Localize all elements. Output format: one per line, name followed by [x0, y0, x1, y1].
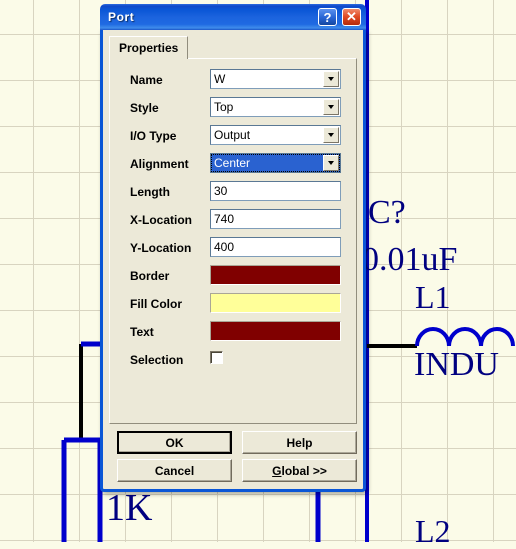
form-row-x-location: X-Location 740 [110, 209, 358, 237]
label-y-location: Y-Location [130, 242, 192, 255]
component-label-l1: L1 [415, 279, 451, 315]
form-row-name: Name W [110, 69, 358, 97]
form-row-style: Style Top [110, 97, 358, 125]
selection-checkbox[interactable] [210, 351, 223, 364]
tab-page-properties: Name W Style Top I/O Type Output Alignme… [109, 58, 357, 424]
tab-strip: Properties [109, 36, 357, 59]
length-input[interactable]: 30 [210, 181, 341, 201]
x-location-input[interactable]: 740 [210, 209, 341, 229]
label-alignment: Alignment [130, 158, 189, 171]
label-selection: Selection [130, 354, 184, 367]
cancel-button[interactable]: Cancel [117, 459, 232, 482]
dialog-title: Port [108, 10, 135, 24]
y-location-input[interactable]: 400 [210, 237, 341, 257]
form-row-fill-color: Fill Color [110, 293, 358, 321]
border-color-swatch[interactable] [210, 265, 341, 285]
chevron-down-icon[interactable] [323, 99, 339, 115]
resistor-body-1k [61, 437, 103, 542]
global-button-label: lobal >> [281, 463, 327, 478]
inductor-coil-l1 [415, 327, 515, 347]
label-fill-color: Fill Color [130, 298, 182, 311]
chevron-down-icon[interactable] [323, 127, 339, 143]
form-row-length: Length 30 [110, 181, 358, 209]
chevron-down-icon[interactable] [323, 155, 339, 171]
style-combobox[interactable]: Top [210, 97, 341, 117]
global-button-mnemonic: G [272, 463, 282, 478]
io-type-combobox[interactable]: Output [210, 125, 341, 145]
form-row-selection: Selection [110, 349, 358, 377]
help-button[interactable]: Help [242, 431, 357, 454]
label-length: Length [130, 186, 170, 199]
tab-properties[interactable]: Properties [109, 36, 189, 59]
component-value-inductor: INDU [414, 346, 499, 383]
global-button[interactable]: Global >> [242, 459, 357, 482]
label-name: Name [130, 74, 163, 87]
form-row-text-color: Text [110, 321, 358, 349]
label-io-type: I/O Type [130, 130, 177, 143]
chevron-down-icon[interactable] [323, 71, 339, 87]
form-row-y-location: Y-Location 400 [110, 237, 358, 265]
alignment-combobox[interactable]: Center [210, 153, 341, 173]
label-x-location: X-Location [130, 214, 192, 227]
component-value-capacitor: 0.01uF [362, 241, 458, 278]
dialog-titlebar[interactable]: Port ? ✕ [100, 4, 366, 30]
text-color-swatch[interactable] [210, 321, 341, 341]
form-row-alignment: Alignment Center [110, 153, 358, 181]
label-text-color: Text [130, 326, 154, 339]
label-style: Style [130, 102, 159, 115]
cancel-button-label: Cancel [154, 463, 195, 478]
help-button-label: Help [286, 435, 313, 450]
form-row-border: Border [110, 265, 358, 293]
ok-button-label: OK [165, 435, 184, 450]
name-value: W [214, 72, 226, 86]
name-combobox[interactable]: W [210, 69, 341, 89]
help-icon[interactable]: ? [318, 8, 337, 26]
component-value-resistor-1k: 1K [106, 487, 153, 529]
form-row-io-type: I/O Type Output [110, 125, 358, 153]
alignment-value: Center [214, 156, 251, 170]
io-type-value: Output [214, 128, 251, 142]
label-border: Border [130, 270, 170, 283]
ok-button[interactable]: OK [117, 431, 232, 454]
component-label-l2: L2 [415, 513, 451, 549]
close-icon[interactable]: ✕ [342, 8, 361, 26]
port-dialog: Port ? ✕ Properties Name W Style Top I/O… [100, 4, 366, 492]
fill-color-swatch[interactable] [210, 293, 341, 313]
component-label-c: C? [368, 194, 406, 231]
style-value: Top [214, 100, 234, 114]
